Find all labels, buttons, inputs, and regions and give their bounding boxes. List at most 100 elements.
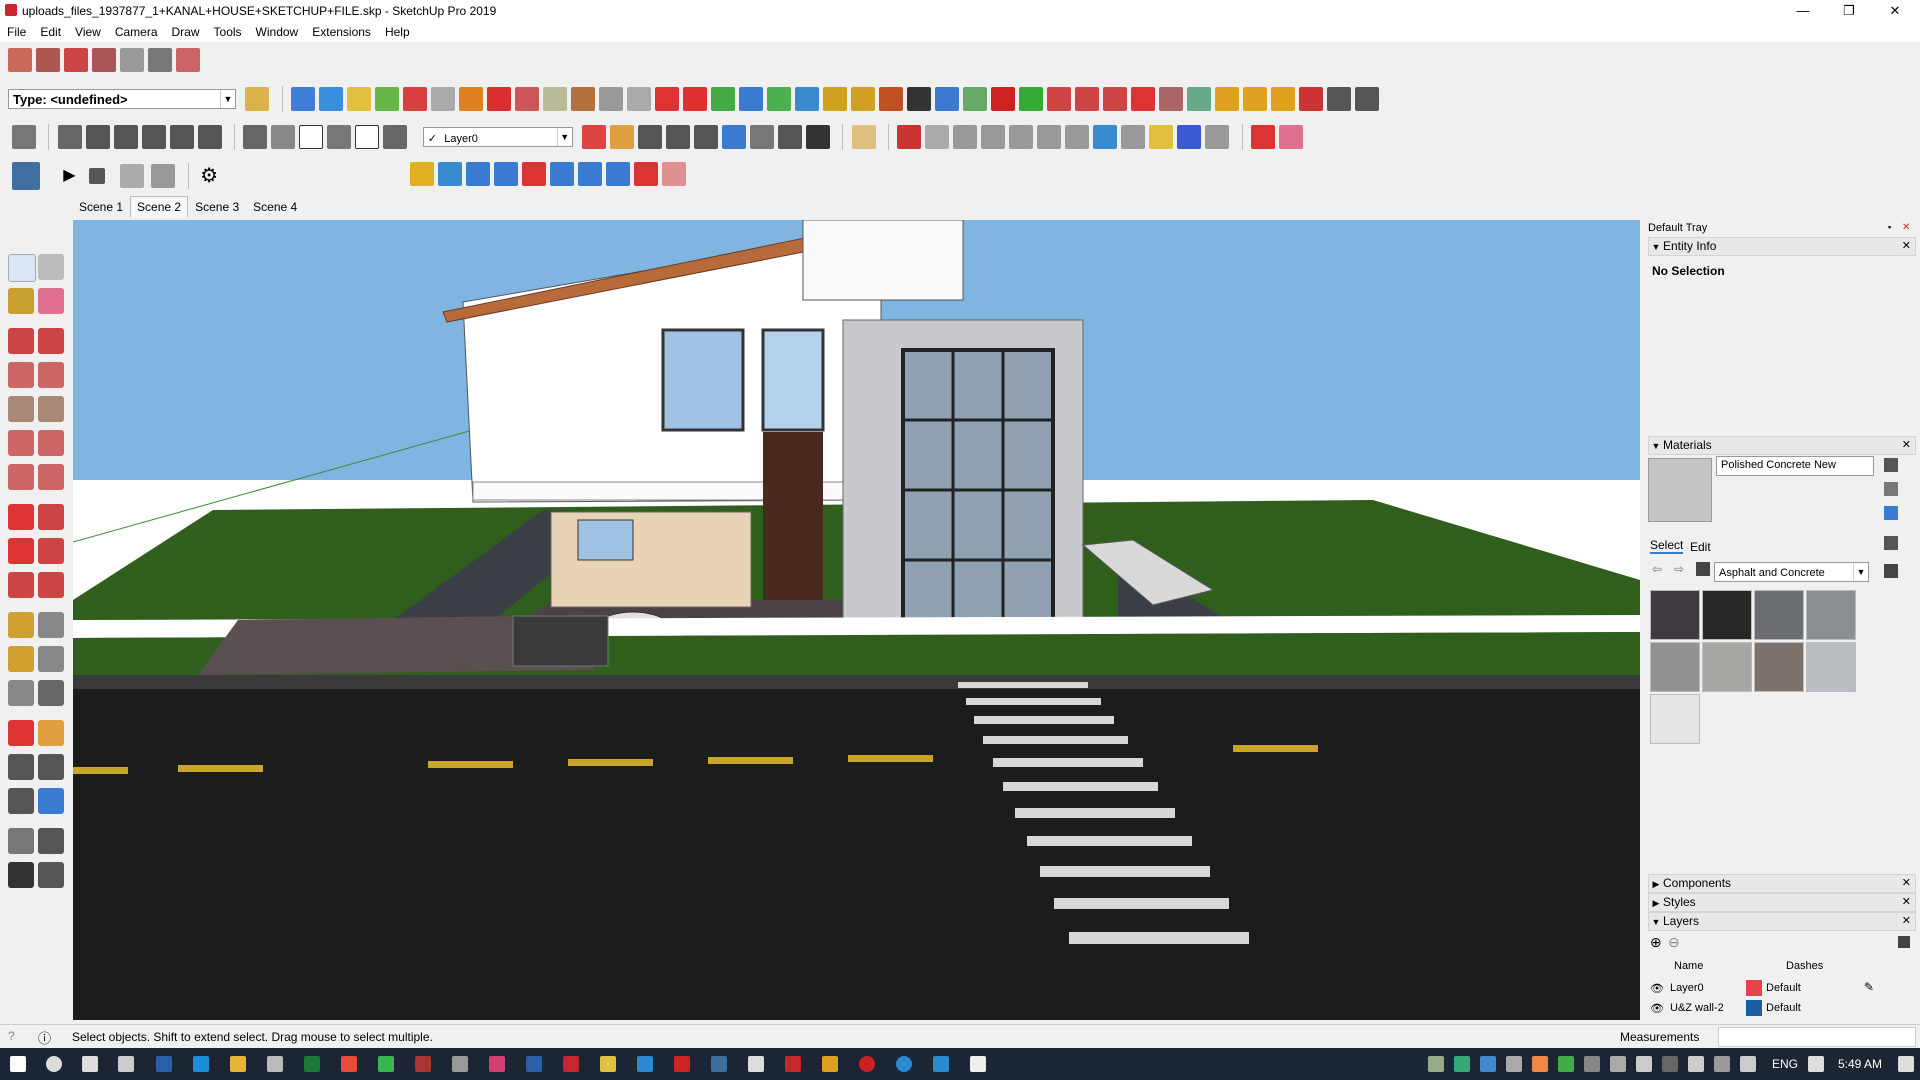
front-view-icon[interactable] [113,125,138,149]
rectangle-tool-icon[interactable] [8,362,34,388]
zoom-extents-icon[interactable] [694,125,719,149]
attribute-icon[interactable] [245,87,270,111]
window-icon[interactable] [487,87,512,111]
tab-select[interactable]: Select [1650,538,1684,554]
grid-icon[interactable] [515,87,540,111]
eraser-icon[interactable] [1279,125,1304,149]
pencil-icon[interactable] [897,125,922,149]
edge-icon[interactable] [193,1056,209,1072]
tile-icon[interactable] [1243,87,1268,111]
explode-icon[interactable] [1299,87,1324,111]
pin-icon[interactable]: ▪ [1888,222,1891,232]
materials-header[interactable]: ▼ Materials ✕ [1648,436,1916,455]
info-icon[interactable]: ⓘ [38,1028,51,1047]
file-explorer-icon[interactable] [230,1056,246,1072]
eyedropper-icon[interactable] [1884,536,1898,550]
rectangle-icon[interactable] [953,125,978,149]
material-swatch[interactable] [1702,642,1752,692]
whatsapp-icon[interactable] [378,1056,394,1072]
zoom-tool-icon[interactable] [8,754,34,780]
hatch-icon[interactable] [1215,87,1240,111]
select-tool-icon[interactable] [8,254,36,282]
menu-tools[interactable]: Tools [207,22,249,42]
paint-select-icon[interactable] [410,162,434,186]
zoom-selection-icon[interactable] [722,125,747,149]
tray-app-icon[interactable] [1688,1056,1704,1072]
material-swatch[interactable] [1806,642,1856,692]
store-icon[interactable] [267,1056,283,1072]
eye-icon[interactable]: 👁 [1650,1002,1664,1015]
face-select-icon[interactable] [438,162,462,186]
language-indicator[interactable]: ENG [1772,1057,1798,1071]
tab-scene-1[interactable]: Scene 1 [72,196,130,218]
tray-app-icon[interactable] [1558,1056,1574,1072]
layer-dropdown[interactable]: ✓ Layer0 ▼ [422,127,573,147]
move-up-icon[interactable] [494,162,518,186]
close-icon[interactable]: ✕ [1902,238,1911,255]
undo-curve-icon[interactable] [991,87,1016,111]
rotate-tool-icon[interactable] [8,538,34,564]
network-icon[interactable] [1808,1056,1824,1072]
layer-color-swatch[interactable] [1746,980,1762,996]
orbit-icon[interactable] [582,125,607,149]
rotated-rectangle-icon[interactable] [38,362,64,388]
app-icon[interactable] [489,1056,505,1072]
add-layer-icon[interactable]: ⊕ [1650,934,1662,951]
move-down-icon[interactable] [522,162,546,186]
circle-tool-icon[interactable] [8,396,34,422]
paint-bucket-icon[interactable] [8,288,34,314]
tab-scene-2[interactable]: Scene 2 [130,196,189,217]
share-model-icon[interactable] [36,48,60,72]
edge-select-icon[interactable] [466,162,490,186]
sketchup-taskbar-icon[interactable] [563,1056,579,1072]
tray-app-icon[interactable] [1532,1056,1548,1072]
panel-icon[interactable] [1187,87,1212,111]
look-around-icon[interactable] [778,125,803,149]
zoom-extents-tool-icon[interactable] [8,788,34,814]
material-swatch[interactable] [1702,590,1752,640]
close-icon[interactable]: ✕ [1902,913,1911,930]
textured-icon[interactable] [383,125,408,149]
home-wireframe-icon[interactable] [299,125,324,149]
entity-info-header[interactable]: ▼ Entity Info ✕ [1648,237,1916,256]
hourglass-icon[interactable] [578,162,602,186]
protractor-icon[interactable] [8,646,34,672]
menu-file[interactable]: File [0,22,33,42]
tray-app-icon[interactable] [1428,1056,1444,1072]
left-view-icon[interactable] [197,125,222,149]
material-browser-icon[interactable] [1884,482,1898,496]
tab-scene-3[interactable]: Scene 3 [188,196,246,218]
circle-icon[interactable] [981,125,1006,149]
curl-icon[interactable] [879,87,904,111]
roof-icon[interactable] [375,87,400,111]
zoom-selection-tool-icon[interactable] [38,788,64,814]
cube-add-icon[interactable] [963,87,988,111]
offset-icon[interactable] [38,572,64,598]
layer-color-swatch[interactable] [1746,1000,1762,1016]
create-material-icon[interactable] [1884,458,1898,472]
walk-icon[interactable] [806,125,831,149]
forward-arrow-icon[interactable]: ⇨ [1674,562,1684,576]
components-header[interactable]: ▶ Components ✕ [1648,874,1916,893]
tab-scene-4[interactable]: Scene 4 [246,196,304,218]
two-point-arc-icon[interactable] [38,430,64,456]
tray-app-icon[interactable] [1454,1056,1470,1072]
component-icon[interactable] [1019,87,1044,111]
wall-icon[interactable] [403,87,428,111]
measurements-input[interactable] [1718,1027,1916,1047]
text-tool-icon[interactable] [38,646,64,672]
tape-measure-icon[interactable] [8,612,34,638]
walk-tool-icon[interactable] [8,862,34,888]
restore-button[interactable]: ❐ [1826,0,1872,22]
menu-edit[interactable]: Edit [33,22,68,42]
eraser-tool-icon[interactable] [431,87,456,111]
close-icon[interactable]: ✕ [1902,894,1911,911]
photoshop-icon[interactable] [156,1056,172,1072]
diagonal-icon[interactable] [550,162,574,186]
gear-group-icon[interactable] [1159,87,1184,111]
microphone-icon[interactable] [1506,1056,1522,1072]
notepad-icon[interactable] [970,1056,986,1072]
layer-details-icon[interactable] [1898,936,1910,948]
play-animation-icon[interactable]: ▶ [57,164,81,188]
menu-help[interactable]: Help [378,22,417,42]
